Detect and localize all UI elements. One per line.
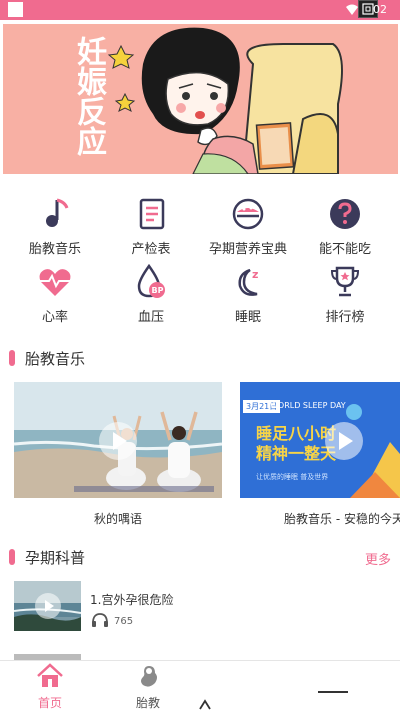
feature-sleep[interactable]: z 睡眠 <box>198 264 298 334</box>
feature-checkup-table[interactable]: 产检表 <box>101 196 201 266</box>
event-subtitle: 让优质的睡眠 普及世界 <box>256 473 329 481</box>
music-thumbnail <box>14 382 222 498</box>
section-title: 孕期科普 <box>25 549 86 567</box>
play-icon[interactable] <box>325 422 363 460</box>
tab-home[interactable]: 首页 <box>15 663 85 711</box>
feature-can-i-eat[interactable]: 能不能吃 <box>295 196 395 266</box>
checklist-icon <box>139 198 165 230</box>
banner-illustration <box>3 24 398 174</box>
music-caption: 秋的喁语 <box>93 512 142 526</box>
section-title: 胎教音乐 <box>25 350 86 368</box>
notification-icon <box>8 2 23 17</box>
blood-pressure-icon: BP <box>137 264 165 298</box>
feature-fetal-music[interactable]: 胎教音乐 <box>5 196 105 266</box>
article-thumbnail <box>14 581 81 631</box>
fetus-icon <box>141 666 157 687</box>
music-thumbnail: 3月21日 WORLD SLEEP DAY 睡足八小时 精神一整天 让优质的睡眠… <box>240 382 400 498</box>
wifi-icon <box>346 4 358 15</box>
section-accent-bar <box>9 549 15 565</box>
heart-rate-icon <box>39 269 71 296</box>
music-section-header: 胎教音乐 <box>0 346 400 370</box>
tab-icon-partial[interactable] <box>198 699 212 710</box>
science-section-header: 孕期科普 更多 <box>0 545 400 569</box>
section-accent-bar <box>9 350 15 366</box>
music-card[interactable]: 3月21日 WORLD SLEEP DAY 睡足八小时 精神一整天 让优质的睡眠… <box>240 382 400 527</box>
music-carousel[interactable]: 秋的喁语 3月21日 WORLD SLEEP DAY 睡足八小时 精神一整天 让… <box>0 382 400 527</box>
play-icon[interactable] <box>99 422 137 460</box>
status-bar: 02 <box>0 0 400 20</box>
sleep-moon-icon: z <box>238 268 258 296</box>
feature-ranking[interactable]: 排行榜 <box>295 264 395 334</box>
list-item[interactable]: 1.宫外孕很危险 765 <box>14 581 394 633</box>
carousel-indicator <box>193 164 211 174</box>
bottom-tabbar: 首页 胎教 <box>0 661 400 710</box>
music-caption: 胎教音乐 - 安稳的今天 <box>284 512 400 526</box>
event-title: WORLD SLEEP DAY <box>270 401 346 410</box>
banner-carousel[interactable]: 妊娠反应 <box>3 24 398 174</box>
more-link[interactable]: 更多 <box>365 549 391 568</box>
trophy-icon <box>330 266 360 297</box>
svg-text:z: z <box>252 268 258 281</box>
listen-count: 765 <box>114 616 134 627</box>
headphones-icon <box>92 613 108 627</box>
svg-text:BP: BP <box>152 286 164 295</box>
feature-heart-rate[interactable]: 心率 <box>5 264 105 334</box>
article-title: 1.宫外孕很危险 <box>90 593 174 607</box>
banner-title: 妊娠反应 <box>71 36 106 156</box>
tab-label: 首页 <box>37 696 62 710</box>
home-icon <box>37 663 63 687</box>
status-time: 02 <box>373 3 387 16</box>
tab-fetal-education[interactable]: 胎教 <box>113 663 183 711</box>
food-bowl-icon <box>232 198 264 230</box>
feature-nutrition-guide[interactable]: 孕期营养宝典 <box>198 196 298 266</box>
music-note-icon <box>46 198 69 227</box>
play-icon[interactable] <box>35 593 61 619</box>
feature-blood-pressure[interactable]: BP 血压 <box>101 264 201 334</box>
question-icon <box>330 199 360 229</box>
tab-icon-partial[interactable] <box>318 691 348 693</box>
tab-label: 胎教 <box>135 696 160 710</box>
music-card[interactable]: 秋的喁语 <box>14 382 222 527</box>
